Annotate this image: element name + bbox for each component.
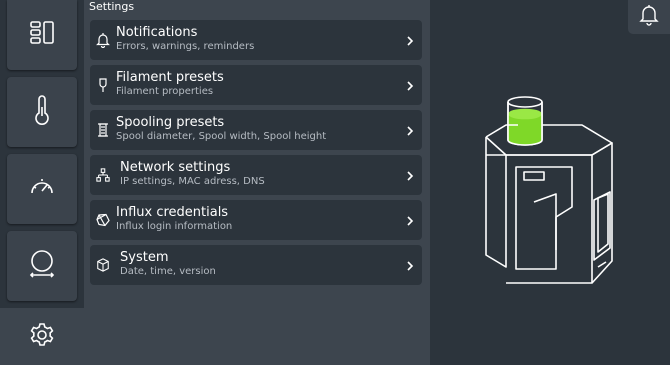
sidebar-item-temperature[interactable] xyxy=(7,77,77,147)
sidebar-item-dashboard[interactable] xyxy=(7,0,77,70)
settings-item-system[interactable]: System Date, time, version xyxy=(90,245,422,285)
settings-item-subtitle: Spool diameter, Spool width, Spool heigh… xyxy=(116,131,327,142)
settings-item-title: Network settings xyxy=(120,160,231,175)
sidebar-item-speed[interactable] xyxy=(7,154,77,224)
bell-icon xyxy=(96,32,110,48)
settings-item-subtitle: Filament properties xyxy=(116,86,214,97)
settings-item-influx-credentials[interactable]: Influx credentials Influx login informat… xyxy=(90,200,422,240)
sidebar xyxy=(0,0,84,365)
system-cube-icon xyxy=(96,257,110,273)
thermometer-icon xyxy=(32,95,52,129)
settings-item-subtitle: Influx login information xyxy=(116,221,233,232)
page-title: Settings xyxy=(89,0,135,13)
chevron-right-icon xyxy=(404,258,416,272)
chevron-right-icon xyxy=(404,33,416,47)
sidebar-item-settings[interactable] xyxy=(0,308,84,365)
filament-icon xyxy=(96,77,110,93)
spool-icon xyxy=(28,249,56,283)
notifications-button[interactable] xyxy=(628,0,670,34)
settings-item-filament-presets[interactable]: Filament presets Filament properties xyxy=(90,65,422,105)
settings-item-title: Notifications xyxy=(116,25,198,40)
printer-illustration xyxy=(484,92,614,296)
settings-item-subtitle: Date, time, version xyxy=(120,266,216,277)
settings-item-subtitle: Errors, warnings, reminders xyxy=(116,41,255,52)
chevron-right-icon xyxy=(404,123,416,137)
gear-icon xyxy=(28,321,56,353)
settings-item-notifications[interactable]: Notifications Errors, warnings, reminder… xyxy=(90,20,422,60)
settings-panel: Settings Notifications Errors, warnings,… xyxy=(84,0,430,365)
settings-item-subtitle: IP settings, MAC adress, DNS xyxy=(120,176,265,187)
chevron-right-icon xyxy=(404,168,416,182)
layout-grid-icon xyxy=(29,20,55,50)
settings-item-title: System xyxy=(120,250,169,265)
chevron-right-icon xyxy=(404,213,416,227)
settings-item-title: Influx credentials xyxy=(116,205,229,220)
preview-panel xyxy=(430,0,670,365)
settings-item-network-settings[interactable]: Network settings IP settings, MAC adress… xyxy=(90,155,422,195)
settings-item-title: Filament presets xyxy=(116,70,224,85)
influx-icon xyxy=(96,212,110,228)
sidebar-item-spool[interactable] xyxy=(7,231,77,301)
settings-item-spooling-presets[interactable]: Spooling presets Spool diameter, Spool w… xyxy=(90,110,422,150)
bell-icon xyxy=(639,4,659,30)
network-icon xyxy=(96,167,110,183)
gauge-icon xyxy=(28,173,56,205)
settings-item-title: Spooling presets xyxy=(116,115,225,130)
chevron-right-icon xyxy=(404,78,416,92)
spool-preset-icon xyxy=(96,122,110,138)
screen: Settings Notifications Errors, warnings,… xyxy=(0,0,670,365)
